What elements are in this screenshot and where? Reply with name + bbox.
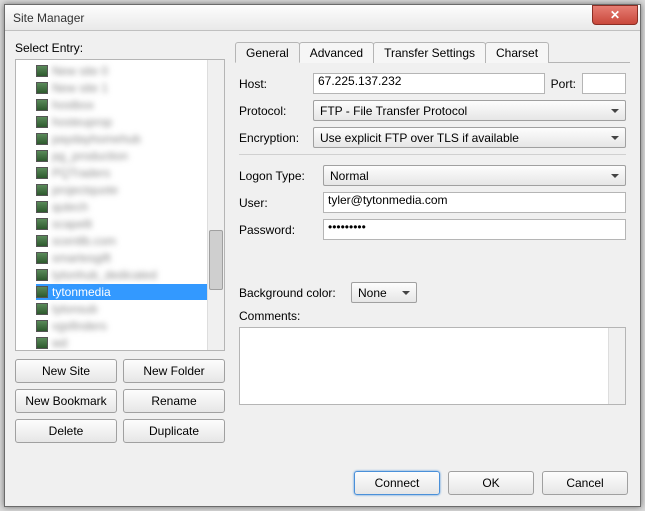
tree-entry[interactable]: vgsfinders bbox=[36, 318, 224, 334]
background-color-select[interactable]: None bbox=[351, 282, 417, 303]
server-icon bbox=[36, 133, 48, 145]
divider bbox=[239, 154, 626, 155]
logon-type-select[interactable]: Normal bbox=[323, 165, 626, 186]
tree-entry[interactable]: smartesgift bbox=[36, 250, 224, 266]
tree-entry[interactable]: hostbox bbox=[36, 97, 224, 113]
user-input[interactable]: tyler@tytonmedia.com bbox=[323, 192, 626, 213]
tree-entry[interactable]: paydayhomehub bbox=[36, 131, 224, 147]
tree-entry-label: smartesgift bbox=[52, 251, 111, 265]
tree-entry-label: paydayhomehub bbox=[52, 132, 141, 146]
tree-entry[interactable]: New site 0 bbox=[36, 63, 224, 79]
tree-entry-label: tytonmedia bbox=[52, 285, 111, 299]
close-button[interactable]: ✕ bbox=[592, 5, 638, 25]
tree-entry-label: vgsfinders bbox=[52, 319, 107, 333]
close-icon: ✕ bbox=[610, 8, 620, 22]
tree-entry-label: pg_production bbox=[52, 149, 128, 163]
window-title: Site Manager bbox=[13, 11, 592, 25]
tree-entry-label: tytonsub bbox=[52, 302, 97, 316]
server-icon bbox=[36, 150, 48, 162]
tabs: General Advanced Transfer Settings Chars… bbox=[235, 41, 630, 63]
server-icon bbox=[36, 218, 48, 230]
tab-advanced[interactable]: Advanced bbox=[299, 42, 374, 63]
tab-general[interactable]: General bbox=[235, 42, 300, 63]
tree-entry[interactable]: scentlb.com bbox=[36, 233, 224, 249]
duplicate-button[interactable]: Duplicate bbox=[123, 419, 225, 443]
entry-tree[interactable]: New site 0 New site 1 hostbox hosteuprop pay… bbox=[15, 59, 225, 351]
server-icon bbox=[36, 269, 48, 281]
logon-type-label: Logon Type: bbox=[239, 169, 317, 183]
server-icon bbox=[36, 184, 48, 196]
tree-entry-label: tytonhub_dedicated bbox=[52, 268, 157, 282]
site-manager-window: Site Manager ✕ Select Entry: New site 0N… bbox=[4, 4, 641, 507]
connect-button[interactable]: Connect bbox=[354, 471, 440, 495]
server-icon bbox=[36, 320, 48, 332]
tree-entry-label: PQTraders bbox=[52, 166, 110, 180]
port-label: Port: bbox=[551, 77, 576, 91]
comments-scrollbar[interactable] bbox=[608, 328, 625, 404]
server-icon bbox=[36, 116, 48, 128]
encryption-label: Encryption: bbox=[239, 131, 307, 145]
tree-entry-label: hosteuprop bbox=[52, 115, 112, 129]
new-folder-button[interactable]: New Folder bbox=[123, 359, 225, 383]
tree-scroll-thumb[interactable] bbox=[209, 230, 223, 290]
tree-entry[interactable]: qutech bbox=[36, 199, 224, 215]
server-icon bbox=[36, 235, 48, 247]
server-icon bbox=[36, 82, 48, 94]
tree-entry[interactable]: wd bbox=[36, 335, 224, 351]
server-icon bbox=[36, 252, 48, 264]
server-icon bbox=[36, 201, 48, 213]
comments-label: Comments: bbox=[239, 309, 626, 323]
tab-transfer-settings[interactable]: Transfer Settings bbox=[373, 42, 486, 63]
tree-entry[interactable]: New site 1 bbox=[36, 80, 224, 96]
password-input[interactable]: ••••••••• bbox=[323, 219, 626, 240]
tree-entry[interactable]: scapelli bbox=[36, 216, 224, 232]
tree-entry-label: scentlb.com bbox=[52, 234, 116, 248]
select-entry-label: Select Entry: bbox=[15, 41, 225, 55]
cancel-button[interactable]: Cancel bbox=[542, 471, 628, 495]
new-bookmark-button[interactable]: New Bookmark bbox=[15, 389, 117, 413]
password-label: Password: bbox=[239, 223, 317, 237]
tree-entry[interactable]: tytonhub_dedicated bbox=[36, 267, 224, 283]
host-input[interactable]: 67.225.137.232 bbox=[313, 73, 545, 94]
port-input[interactable] bbox=[582, 73, 626, 94]
rename-button[interactable]: Rename bbox=[123, 389, 225, 413]
tree-entry-label: projectquote bbox=[52, 183, 118, 197]
server-icon bbox=[36, 337, 48, 349]
tree-entry[interactable]: PQTraders bbox=[36, 165, 224, 181]
encryption-select[interactable]: Use explicit FTP over TLS if available bbox=[313, 127, 626, 148]
tree-entry-label: New site 1 bbox=[52, 81, 108, 95]
server-icon bbox=[36, 65, 48, 77]
new-site-button[interactable]: New Site bbox=[15, 359, 117, 383]
user-label: User: bbox=[239, 196, 317, 210]
tree-scrollbar[interactable] bbox=[207, 60, 224, 350]
tab-charset[interactable]: Charset bbox=[485, 42, 549, 63]
delete-button[interactable]: Delete bbox=[15, 419, 117, 443]
server-icon bbox=[36, 99, 48, 111]
server-icon bbox=[36, 286, 48, 298]
ok-button[interactable]: OK bbox=[448, 471, 534, 495]
server-icon bbox=[36, 167, 48, 179]
server-icon bbox=[36, 303, 48, 315]
tree-entry[interactable]: projectquote bbox=[36, 182, 224, 198]
tree-entry-label: scapelli bbox=[52, 217, 92, 231]
tree-entry[interactable]: pg_production bbox=[36, 148, 224, 164]
tree-entry-label: hostbox bbox=[52, 98, 94, 112]
tree-entry[interactable]: tytonmedia bbox=[36, 284, 224, 300]
protocol-select[interactable]: FTP - File Transfer Protocol bbox=[313, 100, 626, 121]
protocol-label: Protocol: bbox=[239, 104, 307, 118]
comments-textarea[interactable] bbox=[239, 327, 626, 405]
tree-entry-label: qutech bbox=[52, 200, 88, 214]
host-label: Host: bbox=[239, 77, 307, 91]
tree-entry[interactable]: hosteuprop bbox=[36, 114, 224, 130]
tree-entry-label: wd bbox=[52, 336, 67, 350]
tree-entry-label: New site 0 bbox=[52, 64, 108, 78]
titlebar[interactable]: Site Manager ✕ bbox=[5, 5, 640, 31]
tree-entry[interactable]: tytonsub bbox=[36, 301, 224, 317]
background-color-label: Background color: bbox=[239, 286, 345, 300]
